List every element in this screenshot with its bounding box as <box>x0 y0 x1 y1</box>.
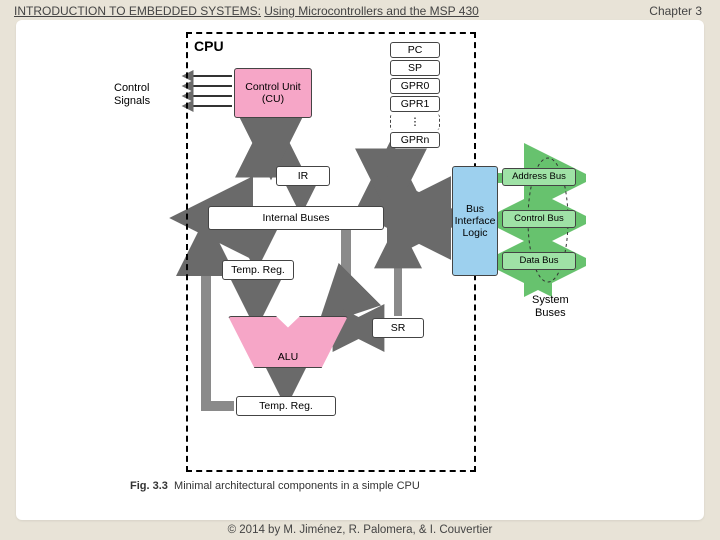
reg-gpr0: GPR0 <box>390 78 440 94</box>
page-footer: © 2014 by M. Jiménez, R. Palomera, & I. … <box>0 524 720 536</box>
cu-l1: Control Unit <box>245 81 300 93</box>
bif-l1: Bus <box>455 203 496 215</box>
figure-caption: Fig. 3.3 Minimal architectural component… <box>130 480 420 492</box>
block-control-unit: Control Unit (CU) <box>234 68 312 118</box>
reg-pc: PC <box>390 42 440 58</box>
label-system-buses: System Buses <box>532 294 569 320</box>
block-internal-buses: Internal Buses <box>208 206 384 230</box>
block-bus-interface: Bus Interface Logic <box>452 166 498 276</box>
sys-buses-l1: System <box>532 294 569 307</box>
block-temp-reg-top: Temp. Reg. <box>222 260 294 280</box>
block-ir: IR <box>276 166 330 186</box>
block-sr: SR <box>372 318 424 338</box>
cu-l2: (CU) <box>245 93 300 105</box>
label-control-bus: Control Bus <box>502 210 576 228</box>
title-sub: Using Microcontrollers and the MSP 430 <box>264 4 479 18</box>
reg-gprn: GPRn <box>390 132 440 148</box>
title-main: INTRODUCTION TO EMBEDDED SYSTEMS: <box>14 4 261 18</box>
label-address-bus: Address Bus <box>502 168 576 186</box>
block-temp-reg-bottom: Temp. Reg. <box>236 396 336 416</box>
bif-l3: Logic <box>455 227 496 239</box>
page-header: INTRODUCTION TO EMBEDDED SYSTEMS: Using … <box>14 4 479 18</box>
cpu-label: CPU <box>194 38 224 54</box>
cpu-diagram: CPU Control Signals Control Unit (CU) PC… <box>136 28 586 478</box>
control-signals-l2: Signals <box>114 95 150 108</box>
bif-l2: Interface <box>455 215 496 227</box>
reg-ellipsis: ⋮ <box>390 114 440 130</box>
control-signals-label: Control Signals <box>114 82 150 108</box>
control-signals-l1: Control <box>114 82 150 95</box>
reg-sp: SP <box>390 60 440 76</box>
fig-number: Fig. 3.3 <box>130 480 168 492</box>
slide-stage: CPU Control Signals Control Unit (CU) PC… <box>16 20 704 520</box>
label-data-bus: Data Bus <box>502 252 576 270</box>
sys-buses-l2: Buses <box>532 307 569 320</box>
chapter-label: Chapter 3 <box>649 4 702 18</box>
fig-text: Minimal architectural components in a si… <box>174 480 420 492</box>
reg-gpr1: GPR1 <box>390 96 440 112</box>
